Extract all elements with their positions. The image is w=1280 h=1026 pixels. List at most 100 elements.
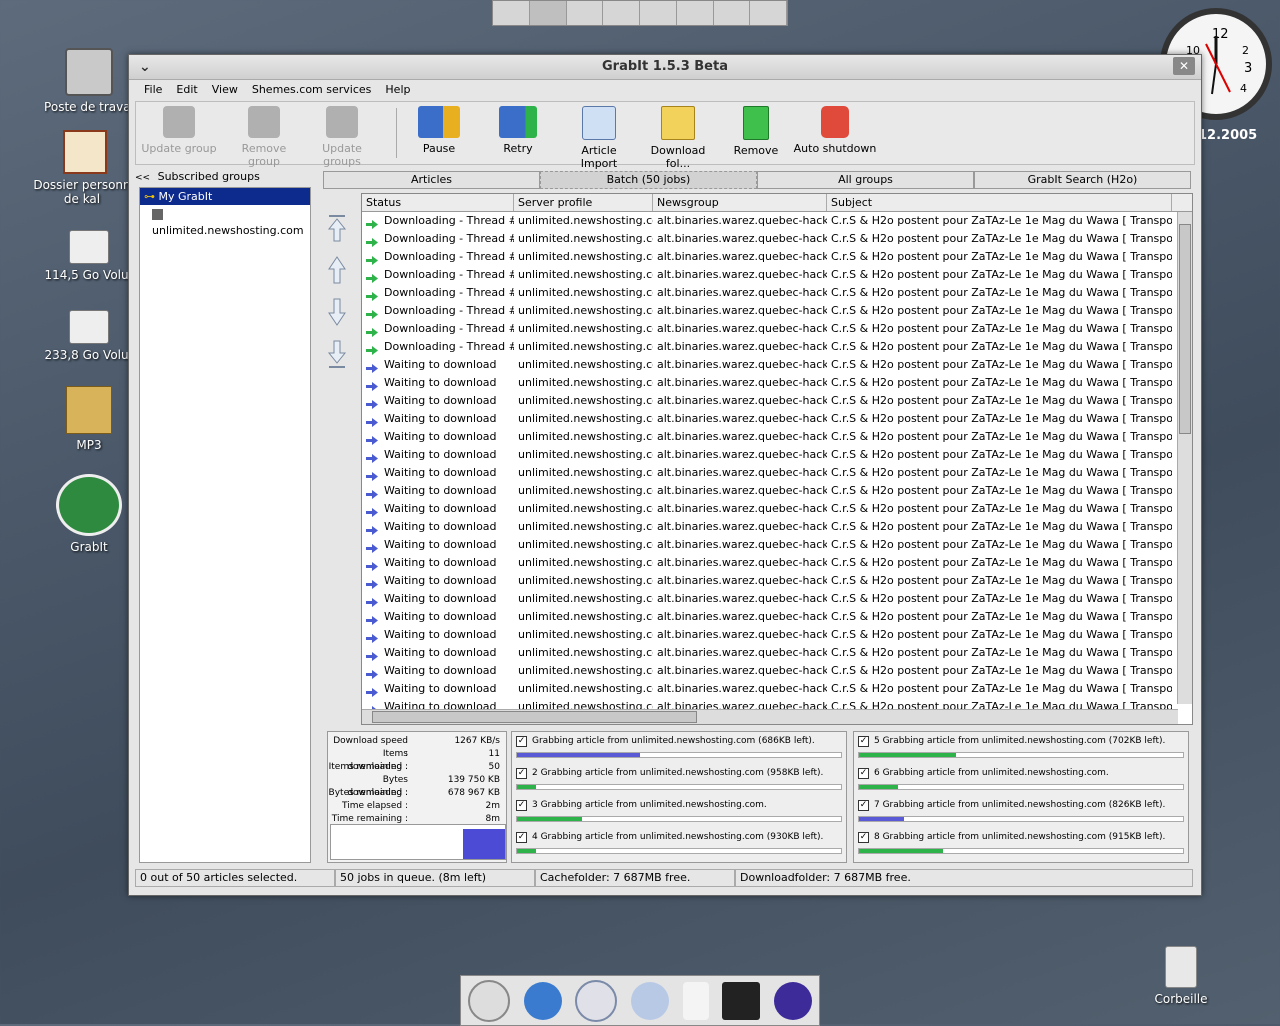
cell-server: unlimited.newshosting.com — [518, 358, 653, 371]
table-row[interactable]: Waiting to download unlimited.newshosting… — [362, 410, 1192, 428]
menu-file[interactable]: File — [137, 81, 169, 99]
update-groups-button[interactable]: Update groups — [304, 106, 380, 168]
table-row[interactable]: Downloading - Thread #4 unlimited.newshos… — [362, 338, 1192, 356]
column-status[interactable]: Status — [362, 194, 514, 211]
tab-all-groups[interactable]: All groups — [757, 171, 974, 189]
table-row[interactable]: Downloading - Thread #8 unlimited.newshos… — [362, 266, 1192, 284]
table-row[interactable]: Waiting to download unlimited.newshosting… — [362, 536, 1192, 554]
close-button[interactable]: ✕ — [1173, 57, 1195, 75]
download-folder-button[interactable]: Download fol... — [638, 106, 718, 170]
menu-edit[interactable]: Edit — [169, 81, 204, 99]
table-row[interactable]: Downloading - Thread #5 unlimited.newshos… — [362, 212, 1192, 230]
thread-checkbox[interactable]: ✓ — [858, 800, 869, 811]
workspace-6[interactable] — [677, 1, 714, 25]
table-row[interactable]: Waiting to download unlimited.newshosting… — [362, 374, 1192, 392]
status-text: Waiting to download — [384, 484, 497, 497]
thread-checkbox[interactable]: ✓ — [516, 832, 527, 843]
update-group-button[interactable]: Update group — [140, 106, 218, 162]
collapse-button[interactable]: << — [135, 173, 150, 183]
table-row[interactable]: Waiting to download unlimited.newshosting… — [362, 590, 1192, 608]
table-row[interactable]: Waiting to download unlimited.newshosting… — [362, 356, 1192, 374]
auto-shutdown-button[interactable]: Auto shutdown — [792, 106, 878, 162]
browser-globe-icon[interactable] — [523, 981, 562, 1020]
workspace-8[interactable] — [750, 1, 787, 25]
tree-item-my-grabit[interactable]: ⊶ My GrabIt — [140, 188, 310, 205]
table-row[interactable]: Downloading - Thread #2 unlimited.newshos… — [362, 248, 1192, 266]
table-row[interactable]: Waiting to download unlimited.newshosting… — [362, 626, 1192, 644]
thread-checkbox[interactable]: ✓ — [858, 768, 869, 779]
vertical-scroll-thumb[interactable] — [1179, 224, 1191, 434]
retry-button[interactable]: Retry — [488, 106, 548, 162]
pause-button[interactable]: Pause — [406, 106, 472, 162]
menu-view[interactable]: View — [205, 81, 245, 99]
workspace-1[interactable] — [493, 1, 530, 25]
window-menu-chevron-icon[interactable]: ⌄ — [139, 55, 151, 79]
gnome-foot-icon[interactable] — [467, 979, 510, 1022]
desktop-icon-home[interactable]: Dossier personn de kal — [30, 130, 140, 206]
workspace-2[interactable] — [529, 1, 567, 25]
table-row[interactable]: Waiting to download unlimited.newshosting… — [362, 608, 1192, 626]
eclipse-icon[interactable] — [774, 981, 813, 1020]
horizontal-scroll-thumb[interactable] — [372, 711, 697, 723]
table-row[interactable]: Downloading - Thread #3 unlimited.newshos… — [362, 302, 1192, 320]
thread-checkbox[interactable]: ✓ — [516, 800, 527, 811]
table-row[interactable]: Downloading - Thread #1 unlimited.newshos… — [362, 230, 1192, 248]
horizontal-scrollbar[interactable] — [362, 709, 1178, 724]
tab-articles[interactable]: Articles — [323, 171, 540, 189]
desktop-icon-trash[interactable]: Corbeille — [1126, 946, 1236, 1006]
tab-grabit-search[interactable]: GrabIt Search (H2o) — [974, 171, 1191, 189]
column-subject[interactable]: Subject — [827, 194, 1172, 211]
workspace-5[interactable] — [640, 1, 677, 25]
workspace-3[interactable] — [567, 1, 604, 25]
thread-checkbox[interactable]: ✓ — [858, 832, 869, 843]
table-row[interactable]: Waiting to download unlimited.newshosting… — [362, 662, 1192, 680]
groups-tree[interactable]: ⊶ My GrabIt unlimited.newshosting.com — [139, 187, 311, 863]
table-row[interactable]: Waiting to download unlimited.newshosting… — [362, 644, 1192, 662]
cell-subject: C.r.S & H2o postent pour ZaTAz-Le 1e Mag… — [831, 268, 1172, 281]
cell-server: unlimited.newshosting.com — [518, 484, 653, 497]
workspace-4[interactable] — [603, 1, 640, 25]
tree-item-server[interactable]: unlimited.newshosting.com — [140, 205, 310, 237]
vertical-scrollbar[interactable] — [1177, 212, 1192, 704]
move-up-button[interactable] — [327, 255, 347, 285]
table-row[interactable]: Waiting to download unlimited.newshosting… — [362, 482, 1192, 500]
table-row[interactable]: Waiting to download unlimited.newshosting… — [362, 572, 1192, 590]
remove-button[interactable]: Remove — [730, 106, 782, 162]
table-row[interactable]: Waiting to download unlimited.newshosting… — [362, 680, 1192, 698]
move-top-button[interactable] — [327, 213, 347, 243]
menu-shemes[interactable]: Shemes.com services — [245, 81, 379, 99]
table-row[interactable]: Waiting to download unlimited.newshosting… — [362, 500, 1192, 518]
status-text: Downloading - Thread #4 — [384, 340, 514, 353]
table-row[interactable]: Waiting to download unlimited.newshosting… — [362, 518, 1192, 536]
column-server-profile[interactable]: Server profile — [514, 194, 653, 211]
cell-server: unlimited.newshosting.com — [518, 628, 653, 641]
ipod-icon[interactable] — [682, 981, 709, 1020]
terminal-icon[interactable] — [722, 981, 761, 1020]
column-newsgroup[interactable]: Newsgroup — [653, 194, 827, 211]
workspace-pager[interactable] — [492, 0, 788, 26]
svg-text:2: 2 — [1242, 44, 1249, 57]
table-row[interactable]: Waiting to download unlimited.newshosting… — [362, 446, 1192, 464]
table-row[interactable]: Downloading - Thread #6 unlimited.newshos… — [362, 320, 1192, 338]
thread-checkbox[interactable]: ✓ — [858, 736, 869, 747]
mail-icon[interactable] — [575, 979, 618, 1022]
cell-subject: C.r.S & H2o postent pour ZaTAz-Le 1e Mag… — [831, 574, 1172, 587]
table-row[interactable]: Waiting to download unlimited.newshosting… — [362, 464, 1192, 482]
person-icon[interactable] — [630, 981, 669, 1020]
thread-checkbox[interactable]: ✓ — [516, 736, 527, 747]
table-row[interactable]: Waiting to download unlimited.newshosting… — [362, 554, 1192, 572]
table-row[interactable]: Waiting to download unlimited.newshosting… — [362, 392, 1192, 410]
move-bottom-button[interactable] — [327, 339, 347, 369]
move-down-button[interactable] — [327, 297, 347, 327]
remove-group-button[interactable]: Remove group — [226, 106, 302, 168]
tab-batch[interactable]: Batch (50 jobs) — [540, 171, 757, 189]
table-row[interactable]: Waiting to download unlimited.newshosting… — [362, 428, 1192, 446]
cell-newsgroup: alt.binaries.warez.quebec-hackers — [657, 520, 827, 533]
article-import-button[interactable]: Article Import — [564, 106, 634, 170]
window-titlebar[interactable]: ⌄ GrabIt 1.5.3 Beta ✕ — [129, 55, 1201, 80]
thread-progress-bar — [858, 752, 1184, 758]
thread-checkbox[interactable]: ✓ — [516, 768, 527, 779]
table-row[interactable]: Downloading - Thread #7 unlimited.newshos… — [362, 284, 1192, 302]
workspace-7[interactable] — [714, 1, 751, 25]
menu-help[interactable]: Help — [378, 81, 417, 99]
